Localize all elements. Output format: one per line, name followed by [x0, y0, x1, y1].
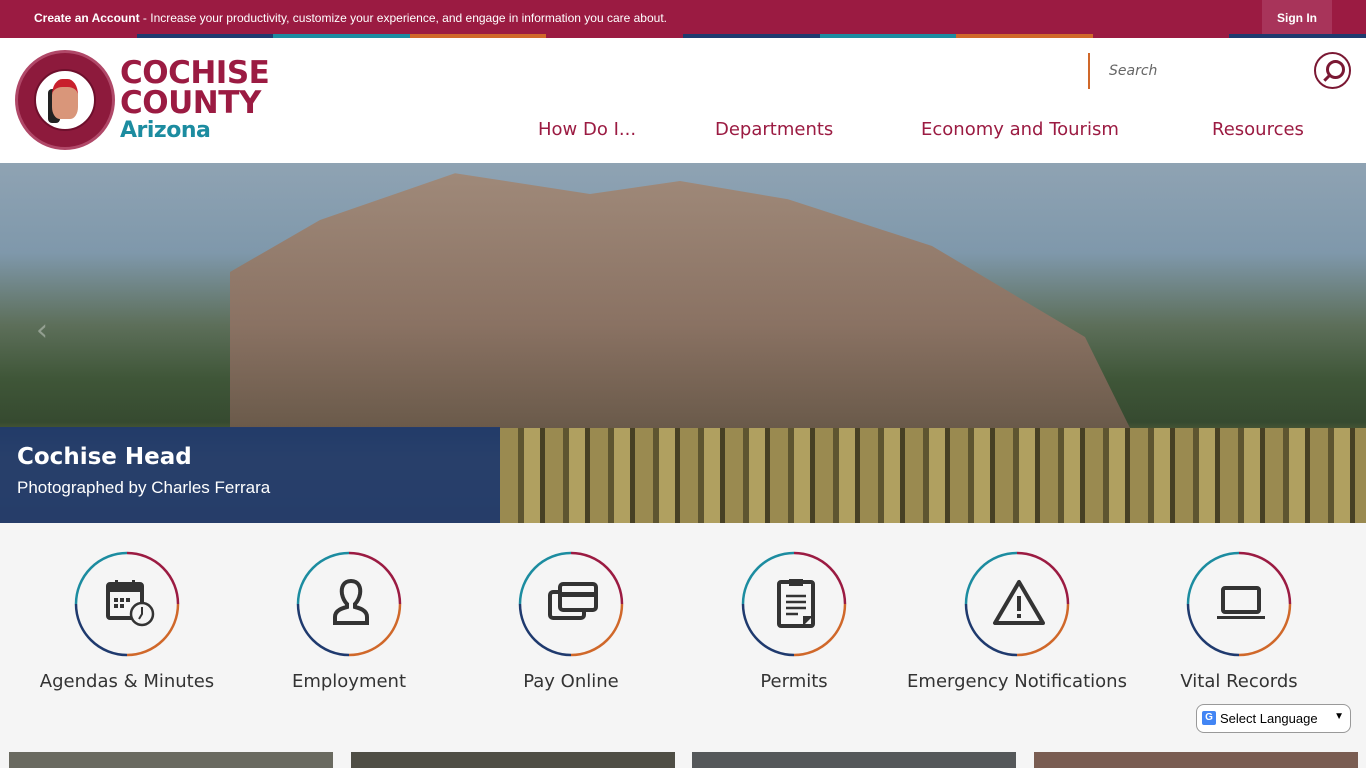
create-account-link[interactable]: Create an Account: [34, 11, 140, 25]
calendar-clock-icon: [106, 580, 155, 627]
sign-in-button[interactable]: Sign In: [1262, 0, 1332, 36]
quick-links: Agendas & Minutes Employment Pay Online …: [0, 523, 1366, 743]
search-input[interactable]: Search: [1088, 53, 1288, 89]
credit-card-icon: [548, 582, 598, 620]
hero-subtitle: Photographed by Charles Ferrara: [17, 478, 271, 497]
top-bar: Create an Account - Increase your produc…: [0, 0, 1366, 38]
logo-line-1: COCHISE: [120, 55, 270, 91]
quick-link-label: Pay Online: [523, 671, 619, 692]
quick-link-pay-online[interactable]: Pay Online: [460, 551, 682, 692]
language-select-label: Select Language: [1220, 711, 1318, 726]
logo-line-3: Arizona: [120, 118, 211, 143]
nav-resources[interactable]: Resources: [1212, 119, 1304, 140]
hero-slideshow: ‹ Cochise Head Photographed by Charles F…: [0, 163, 1366, 523]
county-seal-logo[interactable]: [15, 50, 115, 150]
nav-departments[interactable]: Departments: [715, 119, 833, 140]
hero-title: Cochise Head: [17, 444, 192, 470]
quick-link-permits[interactable]: Permits: [683, 551, 905, 692]
news-tile[interactable]: [9, 752, 333, 768]
chevron-left-icon[interactable]: ‹: [36, 313, 48, 348]
site-logo-text[interactable]: COCHISE COUNTY Arizona: [120, 55, 270, 144]
quick-link-agendas[interactable]: Agendas & Minutes: [16, 551, 238, 692]
quick-link-label: Permits: [760, 671, 828, 692]
chevron-down-icon: ▼: [1334, 711, 1344, 722]
account-message-text: - Increase your productivity, customize …: [139, 11, 667, 25]
news-tile[interactable]: [351, 752, 675, 768]
quick-link-label: Vital Records: [1180, 671, 1298, 692]
quick-link-emergency[interactable]: Emergency Notifications: [906, 551, 1128, 692]
quick-link-employment[interactable]: Employment: [238, 551, 460, 692]
quick-link-label: Employment: [291, 671, 407, 692]
hero-rocks-image: [500, 428, 1366, 523]
site-header: COCHISE COUNTY Arizona Search How Do I..…: [0, 38, 1366, 163]
search-icon[interactable]: [1314, 52, 1351, 89]
account-message: Create an Account - Increase your produc…: [34, 11, 667, 25]
person-icon: [333, 578, 369, 625]
warning-icon: [993, 580, 1045, 625]
quick-link-vital-records[interactable]: Vital Records: [1128, 551, 1350, 692]
nav-economy-tourism[interactable]: Economy and Tourism: [921, 119, 1119, 140]
nav-how-do-i[interactable]: How Do I...: [538, 119, 636, 140]
quick-link-label: Emergency Notifications: [907, 671, 1127, 692]
hero-caption: Cochise Head Photographed by Charles Fer…: [0, 427, 500, 523]
news-tile[interactable]: [692, 752, 1016, 768]
clipboard-icon: [777, 579, 815, 628]
hero-mountain-image: [230, 173, 1130, 428]
google-translate-icon: G: [1202, 711, 1216, 725]
laptop-icon: [1217, 586, 1265, 619]
logo-line-2: COUNTY: [120, 85, 261, 121]
news-tile[interactable]: [1034, 752, 1358, 768]
language-select[interactable]: G Select Language ▼: [1196, 704, 1351, 733]
quick-link-label: Agendas & Minutes: [39, 671, 215, 692]
